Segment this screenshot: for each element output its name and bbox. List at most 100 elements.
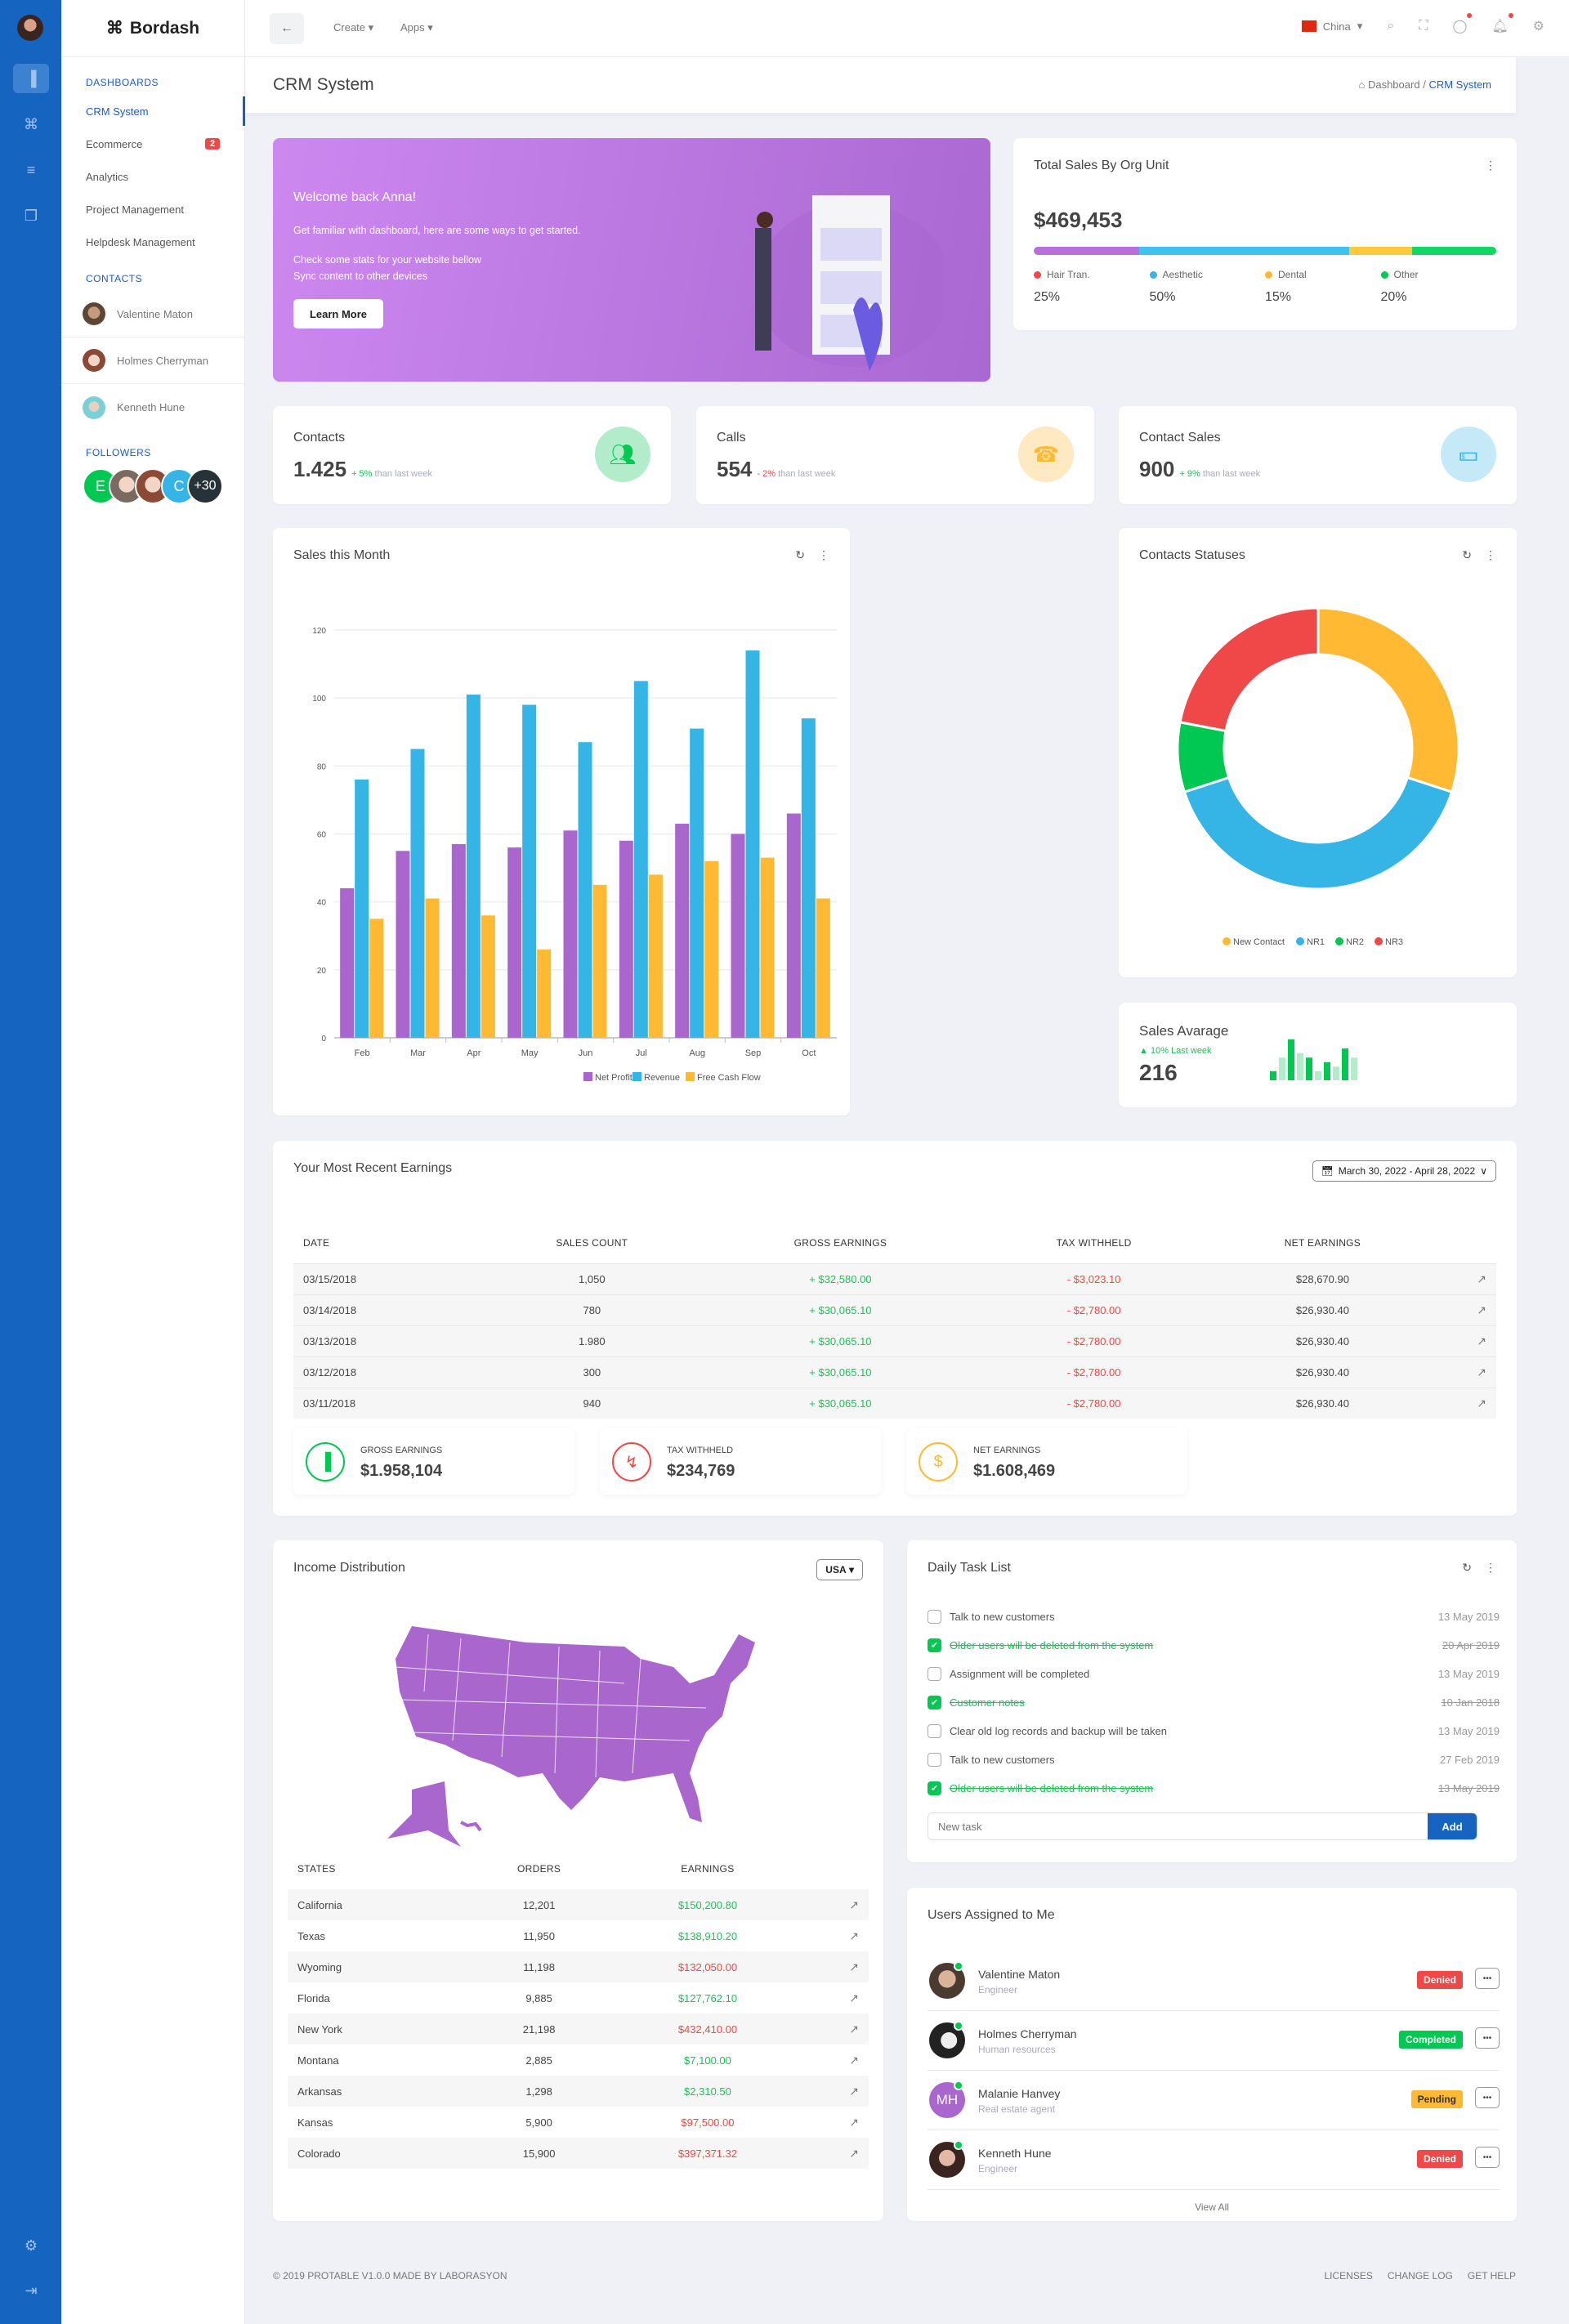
bar-revenue[interactable] xyxy=(466,695,481,1038)
sidebar-item-analytics[interactable]: Analytics xyxy=(61,160,244,193)
bar-net-profit[interactable] xyxy=(563,830,578,1038)
bar-revenue[interactable] xyxy=(745,650,760,1038)
date-range-picker[interactable]: 📅︎ March 30, 2022 - April 28, 2022 ∨ xyxy=(1312,1160,1496,1182)
donut-slice-nr1[interactable] xyxy=(1182,775,1454,891)
gear-icon[interactable]: ⚙ xyxy=(13,2231,49,2260)
contact-item[interactable]: Holmes Cherryman xyxy=(61,337,244,384)
bar-free-cash-flow[interactable] xyxy=(648,874,663,1038)
external-link-icon[interactable]: ↗ xyxy=(849,2147,859,2160)
external-link-icon[interactable]: ↗ xyxy=(849,1929,859,1942)
logo[interactable]: ⌘ Bordash xyxy=(61,0,244,57)
bar-net-profit[interactable] xyxy=(731,834,745,1039)
more-button[interactable]: ••• xyxy=(1475,2027,1500,2049)
legend-label[interactable]: Revenue xyxy=(644,1073,680,1083)
bar-net-profit[interactable] xyxy=(675,824,690,1038)
task-checkbox[interactable] xyxy=(928,1667,941,1681)
bar-free-cash-flow[interactable] xyxy=(816,898,830,1038)
task-checkbox[interactable]: ✔ xyxy=(928,1638,941,1652)
bar-free-cash-flow[interactable] xyxy=(481,915,495,1038)
task-checkbox[interactable] xyxy=(928,1753,941,1767)
task-checkbox[interactable] xyxy=(928,1610,941,1624)
legend-label[interactable]: Net Profit xyxy=(595,1073,633,1083)
bar-revenue[interactable] xyxy=(633,681,648,1038)
external-link-icon[interactable]: ↗ xyxy=(849,1991,859,2004)
logout-icon[interactable]: ⇥ xyxy=(13,2276,49,2305)
bar-free-cash-flow[interactable] xyxy=(704,860,719,1038)
footer-link-changelog[interactable]: CHANGE LOG xyxy=(1388,2270,1453,2282)
task-checkbox[interactable]: ✔ xyxy=(928,1696,941,1709)
external-link-icon[interactable]: ↗ xyxy=(849,2022,859,2036)
add-task-button[interactable]: Add xyxy=(1428,1813,1477,1839)
bar-revenue[interactable] xyxy=(355,779,369,1038)
bar-free-cash-flow[interactable] xyxy=(369,918,384,1038)
bar-free-cash-flow[interactable] xyxy=(760,857,775,1038)
task-checkbox[interactable]: ✔ xyxy=(928,1781,941,1795)
contact-item[interactable]: Valentine Maton xyxy=(61,291,244,337)
chart-icon[interactable]: ▐ xyxy=(13,64,49,93)
apps-menu[interactable]: Apps ▾ xyxy=(400,21,433,34)
bar-free-cash-flow[interactable] xyxy=(425,898,440,1038)
bar-revenue[interactable] xyxy=(522,704,537,1038)
external-link-icon[interactable]: ↗ xyxy=(849,2085,859,2098)
view-all-link[interactable]: View All xyxy=(907,2201,1517,2213)
create-menu[interactable]: Create ▾ xyxy=(333,21,373,34)
external-link-icon[interactable]: ↗ xyxy=(1477,1397,1486,1410)
more-button[interactable]: ••• xyxy=(1475,2087,1500,2108)
more-button[interactable]: ••• xyxy=(1475,1968,1500,1989)
legend-label[interactable]: NR3 xyxy=(1385,937,1403,947)
more-button[interactable]: ••• xyxy=(1475,2147,1500,2168)
sidebar-item-crm[interactable]: CRM System xyxy=(61,95,245,127)
more-vertical-icon[interactable]: ⋮ xyxy=(1485,1561,1496,1575)
search-icon[interactable]: ⌕ xyxy=(1387,19,1394,34)
bar-revenue[interactable] xyxy=(690,728,704,1038)
bar-free-cash-flow[interactable] xyxy=(537,949,552,1038)
chat-icon[interactable]: ◯ xyxy=(1452,13,1473,34)
external-link-icon[interactable]: ↗ xyxy=(1477,1272,1486,1285)
external-link-icon[interactable]: ↗ xyxy=(1477,1365,1486,1379)
legend-label[interactable]: New Contact xyxy=(1233,937,1285,947)
legend-label[interactable]: Free Cash Flow xyxy=(697,1073,761,1083)
donut-slice-new-contact[interactable] xyxy=(1316,606,1460,794)
contact-item[interactable]: Kenneth Hune xyxy=(61,384,244,431)
bar-free-cash-flow[interactable] xyxy=(592,884,607,1038)
bar-revenue[interactable] xyxy=(578,742,592,1038)
bar-revenue[interactable] xyxy=(801,718,816,1038)
footer-link-licenses[interactable]: LICENSES xyxy=(1324,2270,1372,2282)
fullscreen-icon[interactable]: ⛶ xyxy=(1419,19,1428,34)
legend-label[interactable]: NR1 xyxy=(1307,937,1325,947)
external-link-icon[interactable]: ↗ xyxy=(849,2116,859,2129)
command-icon[interactable]: ⌘ xyxy=(13,109,49,139)
new-task-input[interactable] xyxy=(928,1813,1428,1839)
bar-net-profit[interactable] xyxy=(451,843,466,1038)
bell-icon[interactable]: 🔔︎ xyxy=(1491,13,1514,34)
donut-slice-nr3[interactable] xyxy=(1178,606,1320,733)
sidebar-item-ecommerce[interactable]: Ecommerce 2 xyxy=(61,127,244,160)
sidebar-item-helpdesk[interactable]: Helpdesk Management xyxy=(61,226,244,258)
breadcrumb-home[interactable]: Dashboard xyxy=(1368,78,1420,91)
refresh-icon[interactable]: ↻ xyxy=(1462,1561,1472,1575)
layers-icon[interactable]: ≡ xyxy=(13,155,49,185)
followers-more[interactable]: +30 xyxy=(187,468,223,504)
legend-label[interactable]: NR2 xyxy=(1346,937,1364,947)
country-selector[interactable]: China ▾ xyxy=(1301,20,1362,33)
footer-link-help[interactable]: GET HELP xyxy=(1468,2270,1516,2282)
bar-revenue[interactable] xyxy=(410,749,425,1038)
gear-icon[interactable]: ⚙ xyxy=(1533,18,1544,34)
bar-net-profit[interactable] xyxy=(340,888,355,1038)
bar-net-profit[interactable] xyxy=(507,847,522,1038)
external-link-icon[interactable]: ↗ xyxy=(849,2054,859,2067)
user-avatar[interactable] xyxy=(17,15,43,41)
region-dropdown[interactable]: USA ▾ xyxy=(816,1559,863,1580)
back-button[interactable]: ← xyxy=(270,13,304,44)
sidebar-item-project[interactable]: Project Management xyxy=(61,193,244,226)
bar-net-profit[interactable] xyxy=(786,813,801,1038)
task-checkbox[interactable] xyxy=(928,1724,941,1738)
external-link-icon[interactable]: ↗ xyxy=(849,1960,859,1973)
more-vertical-icon[interactable]: ⋮ xyxy=(1485,159,1496,172)
learn-more-button[interactable]: Learn More xyxy=(293,299,383,328)
bar-net-profit[interactable] xyxy=(396,851,410,1038)
external-link-icon[interactable]: ↗ xyxy=(849,1898,859,1911)
copy-icon[interactable]: ❐ xyxy=(13,201,49,230)
bar-net-profit[interactable] xyxy=(619,840,633,1038)
external-link-icon[interactable]: ↗ xyxy=(1477,1303,1486,1316)
